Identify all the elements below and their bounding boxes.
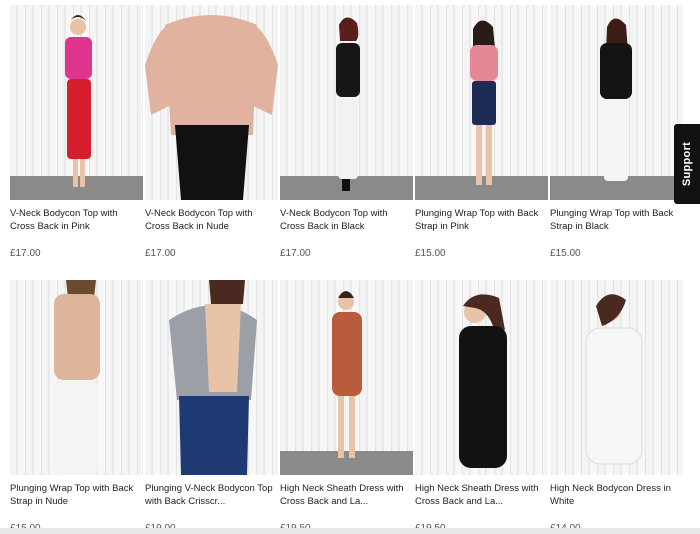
bottom <box>179 396 249 475</box>
product-price: £17.00 <box>280 248 311 259</box>
product-card[interactable]: Plunging Wrap Top with Back Strap in Bla… <box>550 5 683 259</box>
product-price: £15.00 <box>415 248 446 259</box>
top <box>336 43 360 97</box>
product-grid: V-Neck Bodycon Top with Cross Back in Pi… <box>0 0 700 534</box>
top <box>165 15 257 135</box>
product-title[interactable]: High Neck Bodycon Dress in White <box>550 483 683 508</box>
bottom <box>52 380 98 475</box>
bottom <box>472 81 496 125</box>
bottom <box>338 97 358 179</box>
product-card[interactable]: Plunging Wrap Top with Back Strap in Nud… <box>10 280 143 534</box>
model-figure <box>585 294 643 465</box>
product-title[interactable]: High Neck Sheath Dress with Cross Back a… <box>415 483 548 508</box>
product-card[interactable]: High Neck Sheath Dress with Cross Back a… <box>415 280 548 534</box>
top <box>54 294 100 380</box>
horizontal-scrollbar[interactable] <box>0 528 700 534</box>
product-title[interactable]: V-Neck Bodycon Top with Cross Back in Pi… <box>10 208 143 233</box>
support-label: Support <box>681 141 694 187</box>
product-title[interactable]: High Neck Sheath Dress with Cross Back a… <box>280 483 413 508</box>
model-figure <box>600 18 632 181</box>
product-card[interactable]: V-Neck Bodycon Top with Cross Back in Bl… <box>280 5 413 259</box>
top <box>600 43 632 99</box>
product-image[interactable] <box>415 5 548 200</box>
product-image[interactable] <box>280 5 413 200</box>
model-figure <box>459 294 507 468</box>
model-figure <box>169 280 257 475</box>
product-image[interactable] <box>145 5 278 200</box>
product-image[interactable] <box>415 280 548 475</box>
product-card[interactable]: High Neck Sheath Dress with Cross Back a… <box>280 280 413 534</box>
model-figure <box>332 291 362 458</box>
support-tab[interactable]: Support <box>674 124 700 204</box>
bottom <box>67 79 91 159</box>
top <box>65 37 92 79</box>
product-image[interactable] <box>550 280 683 475</box>
product-title[interactable]: V-Neck Bodycon Top with Cross Back in Nu… <box>145 208 278 233</box>
product-image[interactable] <box>10 5 143 200</box>
product-card[interactable]: High Neck Bodycon Dress in White £14.00 <box>550 280 683 534</box>
product-title[interactable]: Plunging Wrap Top with Back Strap in Pin… <box>415 208 548 233</box>
model-figure <box>470 20 498 185</box>
product-price: £17.00 <box>145 248 176 259</box>
product-card[interactable]: Plunging Wrap Top with Back Strap in Pin… <box>415 5 548 259</box>
product-image[interactable] <box>145 280 278 475</box>
product-title[interactable]: Plunging Wrap Top with Back Strap in Bla… <box>550 208 683 233</box>
product-card[interactable]: V-Neck Bodycon Top with Cross Back in Pi… <box>10 5 143 259</box>
bottom <box>604 99 628 181</box>
dress <box>585 327 643 465</box>
product-image[interactable] <box>550 5 683 200</box>
product-price: £17.00 <box>10 248 41 259</box>
model-figure <box>65 15 92 187</box>
product-title[interactable]: Plunging Wrap Top with Back Strap in Nud… <box>10 483 143 508</box>
model-figure <box>145 15 278 200</box>
product-title[interactable]: V-Neck Bodycon Top with Cross Back in Bl… <box>280 208 413 233</box>
dress <box>459 326 507 468</box>
product-image[interactable] <box>10 280 143 475</box>
model-figure <box>52 280 100 475</box>
dress <box>332 312 362 396</box>
product-card[interactable]: V-Neck Bodycon Top with Cross Back in Nu… <box>145 5 278 259</box>
top <box>470 45 498 81</box>
bottom <box>175 125 249 200</box>
product-card[interactable]: Plunging V-Neck Bodycon Top with Back Cr… <box>145 280 278 534</box>
product-image[interactable] <box>280 280 413 475</box>
model-figure <box>336 17 360 191</box>
product-price: £15.00 <box>550 248 581 259</box>
product-title[interactable]: Plunging V-Neck Bodycon Top with Back Cr… <box>145 483 278 508</box>
